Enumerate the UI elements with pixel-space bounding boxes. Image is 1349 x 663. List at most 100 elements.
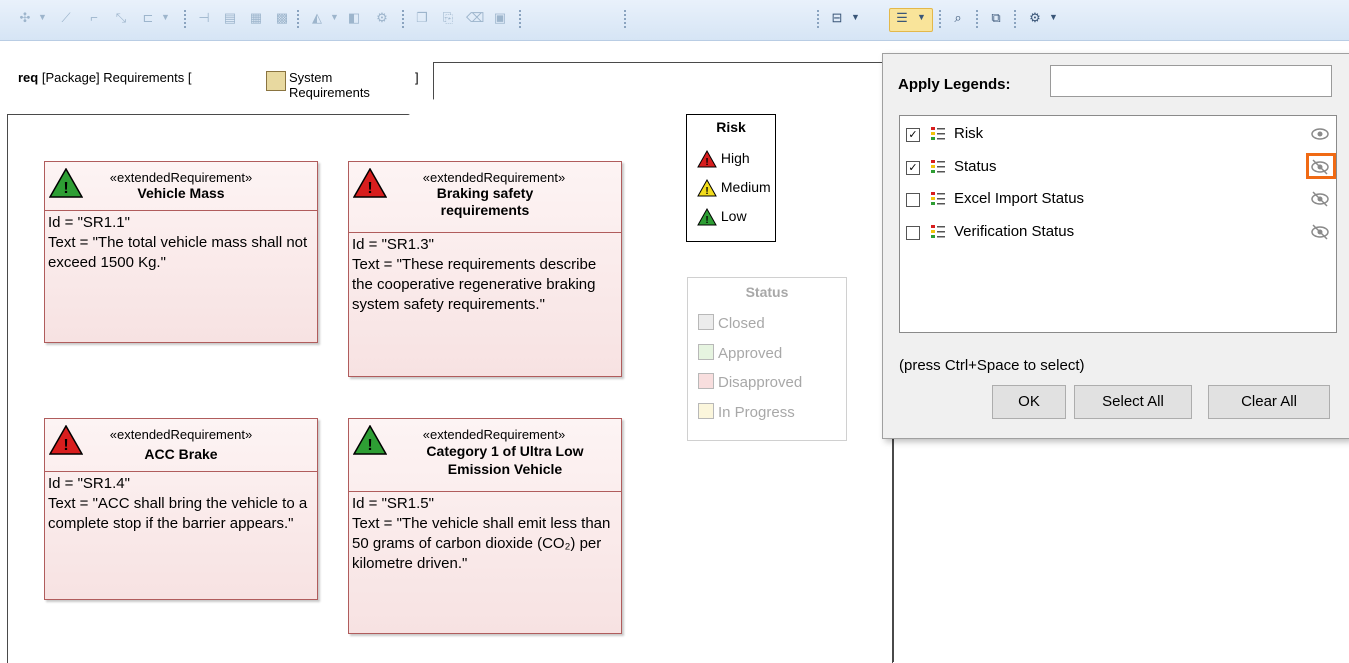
fill-color-icon[interactable]: ◭ — [309, 10, 325, 26]
svg-text:!: ! — [705, 186, 708, 197]
status-legend-item-approved: Approved — [698, 344, 782, 362]
risk-low-icon: ! — [49, 168, 83, 198]
legend-item-risk[interactable]: ✓ Risk — [906, 123, 1334, 147]
legend-name: Status — [954, 158, 997, 175]
toolbar-separator — [624, 10, 628, 28]
requirement-ulev-category[interactable]: ! «extendedRequirement» Category 1 of Ul… — [348, 418, 622, 634]
legend-filter-input[interactable] — [1050, 65, 1332, 97]
diagram-owner-name: System Requirements — [289, 70, 370, 100]
select-all-button[interactable]: Select All — [1074, 385, 1192, 419]
toolbar-separator — [297, 10, 301, 28]
layout-icon[interactable]: ▤ — [222, 10, 238, 26]
requirement-name: ACC Brake — [144, 446, 218, 462]
legend-checkbox[interactable]: ✓ — [906, 128, 920, 142]
path-icon[interactable]: ⟋ — [58, 10, 74, 26]
requirement-body: Id = "SR1.3" Text = "These requirements … — [352, 236, 597, 313]
display-icon[interactable]: ⧉ — [988, 10, 1004, 26]
toolbar-separator — [402, 10, 406, 28]
visibility-hidden-eye-icon[interactable] — [1310, 223, 1330, 241]
risk-legend-item-high: ! High — [697, 150, 750, 168]
visibility-hidden-eye-icon[interactable] — [1310, 158, 1330, 176]
paste-icon[interactable]: ⎘ — [440, 10, 456, 26]
requirement-vehicle-mass[interactable]: ! «extendedRequirement» Vehicle Mass Id … — [44, 161, 318, 343]
diagram-owner-line1: System — [289, 70, 333, 85]
legend-icon — [931, 192, 945, 205]
legend-checkbox[interactable] — [906, 193, 920, 207]
apply-legends-popup: Apply Legends: ✓ Risk ✓ Status Excel Imp… — [882, 53, 1349, 439]
requirement-stereotype: «extendedRequirement» — [422, 427, 566, 442]
toolbar-separator — [1014, 10, 1018, 28]
legend-name: Risk — [954, 125, 984, 142]
svg-text:!: ! — [367, 180, 372, 197]
diagram-icon — [266, 71, 286, 91]
requirement-stereotype: «extendedRequirement» — [109, 170, 253, 185]
status-swatch — [698, 403, 714, 419]
risk-low-icon: ! — [353, 425, 387, 455]
risk-legend-label: Medium — [720, 179, 771, 195]
requirement-braking-safety[interactable]: ! «extendedRequirement» Braking safety r… — [348, 161, 622, 377]
legend-list[interactable]: ✓ Risk ✓ Status Excel Import Status Veri… — [899, 115, 1337, 333]
apply-legends-icon[interactable]: ☰ — [894, 10, 910, 26]
risk-legend-label: Low — [720, 208, 747, 224]
zoom-icon[interactable]: ⌕ — [950, 10, 966, 26]
visibility-eye-icon[interactable] — [1310, 125, 1330, 143]
settings-icon[interactable]: ⚙ — [1027, 10, 1043, 26]
apply-legends-label: Apply Legends: — [898, 76, 1011, 93]
chevron-down-icon[interactable]: ▼ — [1049, 12, 1058, 22]
status-swatch — [698, 373, 714, 389]
rectilinear-path-icon[interactable]: ⌐ — [86, 10, 102, 26]
risk-legend[interactable]: Risk ! High ! Medium ! Low — [686, 114, 776, 242]
status-legend-item-in-progress: In Progress — [698, 403, 795, 421]
status-legend-item-closed: Closed — [698, 314, 765, 332]
line-color-icon[interactable]: ◧ — [346, 10, 362, 26]
requirement-header: ! «extendedRequirement» Category 1 of Ul… — [349, 419, 621, 492]
diagram-toolbar: ✣ ▼ ⟋ ⌐ ⤡ ⊏ ▼ ⊣ ▤ ▦ ▩ ◭ ▼ ◧ ⚙ ❐ ⎘ ⌫ ▣ ⊟ … — [0, 0, 1349, 41]
oblique-path-icon[interactable]: ⤡ — [113, 10, 129, 26]
svg-text:!: ! — [63, 437, 68, 454]
status-legend-title: Status — [745, 284, 789, 300]
chevron-down-icon[interactable]: ▼ — [851, 12, 860, 22]
copy-icon[interactable]: ❐ — [414, 10, 430, 26]
font-icon[interactable]: ⚙ — [374, 10, 390, 26]
legend-checkbox[interactable]: ✓ — [906, 161, 920, 175]
legend-item-status[interactable]: ✓ Status — [906, 153, 1336, 180]
legend-item-excel-import-status[interactable]: Excel Import Status — [906, 188, 1334, 212]
chevron-down-icon[interactable]: ▼ — [917, 12, 926, 22]
toolbar-separator — [976, 10, 980, 28]
align-icon[interactable]: ⊣ — [196, 10, 212, 26]
clear-all-button[interactable]: Clear All — [1208, 385, 1330, 419]
diagram-owner-line2: Requirements — [289, 85, 370, 100]
risk-high-icon: ! — [353, 168, 387, 198]
chevron-down-icon[interactable]: ▼ — [161, 12, 170, 22]
bezier-path-icon[interactable]: ⊏ — [140, 10, 156, 26]
legend-icon — [931, 127, 945, 140]
delete-icon[interactable]: ⌫ — [466, 10, 484, 26]
risk-legend-label: High — [720, 150, 750, 166]
svg-text:!: ! — [367, 437, 372, 454]
layout-2-icon[interactable]: ▦ — [248, 10, 264, 26]
requirement-body: Id = "SR1.5" Text = "The vehicle shall e… — [352, 495, 611, 572]
risk-low-icon: ! — [697, 208, 717, 226]
diagram-frame-icon[interactable]: ⊟ — [829, 10, 845, 26]
toolbar-separator — [519, 10, 523, 28]
requirement-acc-brake[interactable]: ! «extendedRequirement» ACC Brake Id = "… — [44, 418, 318, 600]
legend-item-verification-status[interactable]: Verification Status — [906, 221, 1334, 245]
requirement-header: ! «extendedRequirement» Vehicle Mass — [45, 162, 317, 211]
legend-checkbox[interactable] — [906, 226, 920, 240]
status-legend-label: Closed — [718, 315, 765, 332]
risk-high-icon: ! — [49, 425, 83, 455]
visibility-hidden-eye-icon[interactable] — [1310, 190, 1330, 208]
legend-icon — [931, 160, 945, 173]
legend-icon — [931, 225, 945, 238]
requirement-stereotype: «extendedRequirement» — [109, 427, 253, 442]
chevron-down-icon[interactable]: ▼ — [38, 12, 47, 22]
status-legend[interactable]: Status Closed Approved Disapproved In Pr… — [687, 277, 847, 441]
ok-button[interactable]: OK — [992, 385, 1066, 419]
legend-name: Verification Status — [954, 223, 1075, 240]
duplicate-icon[interactable]: ▣ — [492, 10, 508, 26]
chevron-down-icon[interactable]: ▼ — [330, 12, 339, 22]
status-swatch — [698, 314, 714, 330]
risk-legend-item-low: ! Low — [697, 208, 747, 226]
add-element-icon[interactable]: ✣ — [17, 10, 33, 26]
layout-3-icon[interactable]: ▩ — [274, 10, 290, 26]
